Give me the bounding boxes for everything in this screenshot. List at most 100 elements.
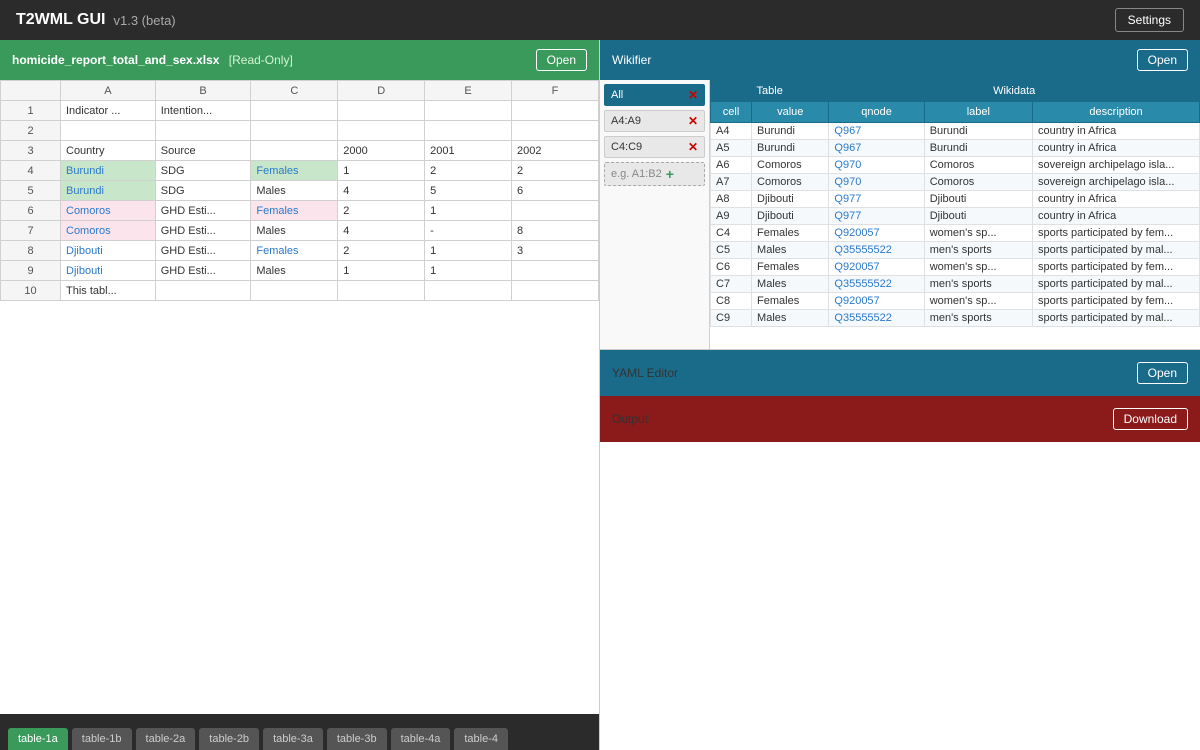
cell[interactable]: Females xyxy=(251,161,338,181)
table-row: A5BurundiQ967Burundicountry in Africa xyxy=(711,140,1200,157)
cell: 8 xyxy=(512,221,599,241)
filter-a4a9[interactable]: A4:A9 ✕ xyxy=(604,110,705,132)
sheet-tab[interactable]: table-1a xyxy=(8,728,68,750)
wiki-cell-qnode[interactable]: Q967 xyxy=(829,123,924,140)
download-button[interactable]: Download xyxy=(1113,408,1188,430)
wiki-cell-qnode[interactable]: Q967 xyxy=(829,140,924,157)
topbar: T2WML GUI v1.3 (beta) Settings xyxy=(0,0,1200,40)
wiki-cell-value: Males xyxy=(752,276,829,293)
table-row: 3CountrySource200020012002 xyxy=(1,141,599,161)
cell[interactable]: Females xyxy=(251,201,338,221)
wikifier-table-container: Table Wikidata cell value qnode label de… xyxy=(710,80,1200,349)
add-filter-icon[interactable]: + xyxy=(666,166,674,182)
filter-add[interactable]: e.g. A1:B2 + xyxy=(604,162,705,186)
wikifier-body: All ✕ A4:A9 ✕ C4:C9 ✕ e.g. A1:B2 + xyxy=(600,80,1200,349)
sheet-tab[interactable]: table-1b xyxy=(72,728,132,750)
table-row: C9MalesQ35555522men's sportssports parti… xyxy=(711,310,1200,327)
sheet-tab[interactable]: table-3a xyxy=(263,728,323,750)
sheet-tab[interactable]: table-3b xyxy=(327,728,387,750)
cell[interactable]: Females xyxy=(251,241,338,261)
sheet-tab[interactable]: table-2b xyxy=(199,728,259,750)
filter-c4c9[interactable]: C4:C9 ✕ xyxy=(604,136,705,158)
cell[interactable]: Comoros xyxy=(61,221,156,241)
open-wikifier-button[interactable]: Open xyxy=(1137,49,1188,71)
wiki-cell-qnode[interactable]: Q977 xyxy=(829,191,924,208)
wiki-cell-cell: C7 xyxy=(711,276,752,293)
wiki-cell-value: Females xyxy=(752,293,829,310)
wiki-cell-label: women's sp... xyxy=(924,259,1032,276)
wiki-cell-description: sports participated by fem... xyxy=(1033,293,1200,310)
cell: GHD Esti... xyxy=(155,201,251,221)
cell[interactable]: Djibouti xyxy=(61,241,156,261)
filter-c4c9-close[interactable]: ✕ xyxy=(688,140,698,154)
wiki-cell-description: sovereign archipelago isla... xyxy=(1033,174,1200,191)
cell: Males xyxy=(251,221,338,241)
file-header: homicide_report_total_and_sex.xlsx [Read… xyxy=(0,40,599,80)
cell: 1 xyxy=(338,261,425,281)
open-file-button[interactable]: Open xyxy=(536,49,587,71)
output-section: Output Download xyxy=(600,396,1200,442)
wiki-cell-value: Burundi xyxy=(752,140,829,157)
cell[interactable]: Djibouti xyxy=(61,261,156,281)
table-row: A4BurundiQ967Burundicountry in Africa xyxy=(711,123,1200,140)
cell xyxy=(61,121,156,141)
sheet-tab[interactable]: table-4a xyxy=(391,728,451,750)
cell[interactable]: Burundi xyxy=(61,161,156,181)
settings-button[interactable]: Settings xyxy=(1115,8,1184,32)
wiki-cell-description: sports participated by fem... xyxy=(1033,225,1200,242)
wiki-cell-qnode[interactable]: Q35555522 xyxy=(829,276,924,293)
cell: 2000 xyxy=(338,141,425,161)
wiki-cell-description: sports participated by mal... xyxy=(1033,310,1200,327)
wiki-cell-cell: C6 xyxy=(711,259,752,276)
wiki-cell-qnode[interactable]: Q920057 xyxy=(829,293,924,310)
app-version: v1.3 (beta) xyxy=(113,13,175,28)
wiki-cell-description: country in Africa xyxy=(1033,140,1200,157)
output-body xyxy=(600,442,1200,750)
cell: Males xyxy=(251,261,338,281)
wiki-cell-label: Burundi xyxy=(924,140,1032,157)
cell: 1 xyxy=(425,241,512,261)
cell: 4 xyxy=(338,221,425,241)
row-num: 10 xyxy=(1,281,61,301)
table-row: 9DjiboutiGHD Esti...Males11 xyxy=(1,261,599,281)
cell[interactable]: Comoros xyxy=(61,201,156,221)
filter-all-close[interactable]: ✕ xyxy=(688,88,698,102)
table-row: C5MalesQ35555522men's sportssports parti… xyxy=(711,242,1200,259)
cell: Indicator ... xyxy=(61,101,156,121)
cell xyxy=(338,121,425,141)
table-row: C8FemalesQ920057women's sp...sports part… xyxy=(711,293,1200,310)
wikifier-title: Wikifier xyxy=(612,53,651,67)
wiki-cell-value: Comoros xyxy=(752,174,829,191)
wiki-cell-label: Comoros xyxy=(924,174,1032,191)
filter-a4a9-close[interactable]: ✕ xyxy=(688,114,698,128)
cell: 4 xyxy=(338,181,425,201)
wiki-cell-qnode[interactable]: Q970 xyxy=(829,157,924,174)
wiki-cell-label: women's sp... xyxy=(924,293,1032,310)
wiki-cell-cell: C8 xyxy=(711,293,752,310)
filter-all[interactable]: All ✕ xyxy=(604,84,705,106)
cell xyxy=(512,121,599,141)
table-row: 4BurundiSDGFemales122 xyxy=(1,161,599,181)
wiki-cell-qnode[interactable]: Q920057 xyxy=(829,259,924,276)
wiki-cell-qnode[interactable]: Q35555522 xyxy=(829,242,924,259)
wiki-cell-qnode[interactable]: Q920057 xyxy=(829,225,924,242)
wiki-cell-qnode[interactable]: Q970 xyxy=(829,174,924,191)
sheet-tab[interactable]: table-2a xyxy=(136,728,196,750)
table-row: 7ComorosGHD Esti...Males4-8 xyxy=(1,221,599,241)
wiki-cell-label: Djibouti xyxy=(924,208,1032,225)
wiki-cell-qnode[interactable]: Q35555522 xyxy=(829,310,924,327)
sheet-tab[interactable]: table-4 xyxy=(454,728,508,750)
wikifier-header: Wikifier Open xyxy=(600,40,1200,80)
wikifier-sidebar: All ✕ A4:A9 ✕ C4:C9 ✕ e.g. A1:B2 + xyxy=(600,80,710,349)
cell: This tabl... xyxy=(61,281,156,301)
open-yaml-button[interactable]: Open xyxy=(1137,362,1188,384)
cell[interactable]: Burundi xyxy=(61,181,156,201)
wiki-cell-value: Djibouti xyxy=(752,208,829,225)
cell: 2 xyxy=(425,161,512,181)
row-num: 8 xyxy=(1,241,61,261)
row-num: 7 xyxy=(1,221,61,241)
wiki-cell-qnode[interactable]: Q977 xyxy=(829,208,924,225)
table-row: 2 xyxy=(1,121,599,141)
cell: SDG xyxy=(155,161,251,181)
spreadsheet-container: A B C D E F 1Indicator ...Intention...23… xyxy=(0,80,599,714)
